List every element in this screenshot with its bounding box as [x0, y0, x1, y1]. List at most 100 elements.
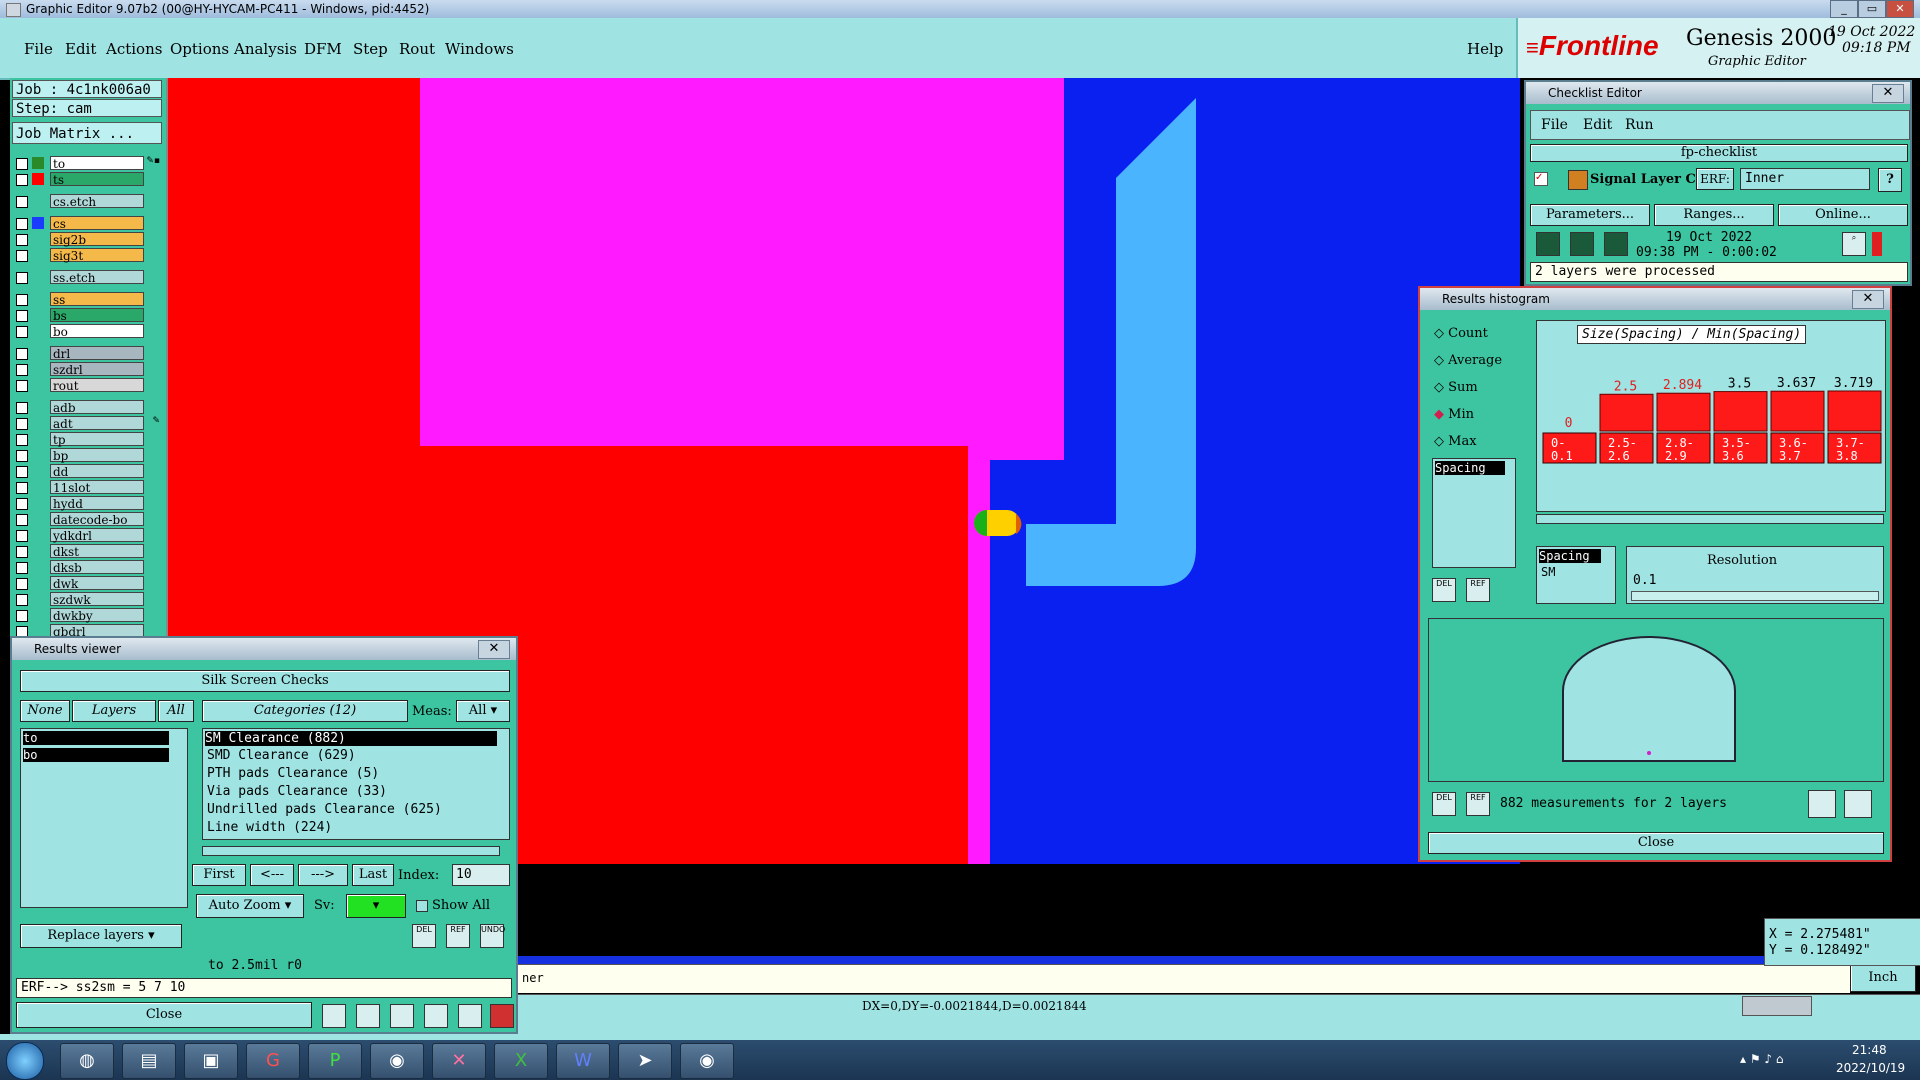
- preview-del-icon[interactable]: DEL: [1432, 792, 1456, 816]
- layer-name[interactable]: bo: [50, 324, 144, 339]
- tool-icon-1[interactable]: [322, 1004, 346, 1028]
- layer-name[interactable]: dwkby: [50, 608, 144, 623]
- layer-row-dwkby[interactable]: dwkby: [14, 608, 162, 623]
- layer-name[interactable]: cs.etch: [50, 194, 144, 209]
- menu-help[interactable]: Help: [1467, 40, 1503, 58]
- layer-row-adb[interactable]: adb: [14, 400, 162, 415]
- all-button[interactable]: All: [158, 700, 194, 722]
- layer-name[interactable]: 11slot: [50, 480, 144, 495]
- resolution-list[interactable]: Spacing SM: [1536, 546, 1616, 604]
- online-button[interactable]: Online...: [1778, 204, 1908, 226]
- tool-icon-3[interactable]: [390, 1004, 414, 1028]
- layer-results-list[interactable]: to bo: [20, 728, 188, 908]
- zoom-icon[interactable]: ⌕: [1842, 232, 1866, 256]
- first-button[interactable]: First: [192, 864, 246, 886]
- run-icon-3[interactable]: [1604, 232, 1628, 256]
- hist-del-icon[interactable]: DEL: [1432, 578, 1456, 602]
- layer-checkbox[interactable]: [16, 348, 28, 360]
- option-min[interactable]: ◆ Min: [1434, 407, 1474, 422]
- histogram-bar[interactable]: [1827, 390, 1882, 432]
- option-count[interactable]: ◇ Count: [1434, 326, 1488, 341]
- resolution-slider[interactable]: [1631, 591, 1879, 601]
- layer-checkbox[interactable]: [16, 218, 28, 230]
- layer-row-bs[interactable]: bs: [14, 308, 162, 323]
- menu-analysis[interactable]: Analysis: [234, 40, 297, 58]
- layer-row-11slot[interactable]: 11slot: [14, 480, 162, 495]
- layer-name[interactable]: to: [50, 156, 144, 171]
- erf-value[interactable]: Inner: [1740, 168, 1870, 190]
- index-input[interactable]: 10: [452, 864, 510, 886]
- layer-row-cs[interactable]: cs: [14, 216, 162, 231]
- del-icon[interactable]: DEL: [412, 924, 436, 948]
- taskbar-genesis-icon[interactable]: ◉: [680, 1043, 734, 1079]
- layer-name[interactable]: szdrl: [50, 362, 144, 377]
- layer-name[interactable]: hydd: [50, 496, 144, 511]
- histogram-bar[interactable]: [1656, 392, 1711, 432]
- menu-options[interactable]: Options: [170, 40, 229, 58]
- layer-row-dwk[interactable]: dwk: [14, 576, 162, 591]
- show-all-checkbox[interactable]: [416, 900, 428, 912]
- tool-icon-4[interactable]: [424, 1004, 448, 1028]
- histogram-bar[interactable]: [1770, 390, 1825, 432]
- category-item[interactable]: SMD Clearance (629): [207, 748, 356, 763]
- check-icon[interactable]: ✓: [1534, 172, 1548, 186]
- preview-ref-icon[interactable]: REF: [1466, 792, 1490, 816]
- layer-name[interactable]: ts: [50, 172, 144, 187]
- layer-row-ts[interactable]: ts: [14, 172, 162, 187]
- layer-row-bo[interactable]: bo: [14, 324, 162, 339]
- meas-dropdown[interactable]: All ▾: [456, 700, 510, 722]
- category-item[interactable]: Line width (224): [207, 820, 332, 835]
- layer-row-dd[interactable]: dd: [14, 464, 162, 479]
- results-viewer-close-icon[interactable]: ✕: [478, 640, 510, 659]
- layer-row-szdrl[interactable]: szdrl: [14, 362, 162, 377]
- results-close-button[interactable]: Close: [16, 1002, 312, 1028]
- measure-item[interactable]: Spacing: [1435, 461, 1505, 475]
- taskbar-shell-icon[interactable]: ◍: [60, 1043, 114, 1079]
- layer-row-ss[interactable]: ss: [14, 292, 162, 307]
- taskbar-app-g-icon[interactable]: G: [246, 1043, 300, 1079]
- menu-dfm[interactable]: DFM: [304, 40, 342, 58]
- layer-name[interactable]: ss: [50, 292, 144, 307]
- checklist-menu-edit[interactable]: Edit: [1583, 117, 1612, 133]
- menu-step[interactable]: Step: [353, 40, 388, 58]
- layer-checkbox[interactable]: [16, 450, 28, 462]
- layer-checkbox[interactable]: [16, 594, 28, 606]
- categories-button[interactable]: Categories (12): [202, 700, 408, 722]
- layer-checkbox[interactable]: [16, 196, 28, 208]
- layer-checkbox[interactable]: [16, 158, 28, 170]
- start-button[interactable]: [6, 1042, 44, 1080]
- resolution-item[interactable]: SM: [1541, 565, 1555, 579]
- layer-checkbox[interactable]: [16, 610, 28, 622]
- histogram-icon[interactable]: [490, 1004, 514, 1028]
- checklist-close-icon[interactable]: ✕: [1872, 84, 1904, 103]
- maximize-button[interactable]: ▭: [1858, 0, 1886, 18]
- sv-color-dropdown[interactable]: ▾: [346, 894, 406, 918]
- layer-checkbox[interactable]: [16, 310, 28, 322]
- menu-edit[interactable]: Edit: [65, 40, 96, 58]
- last-button[interactable]: Last: [352, 864, 394, 886]
- layer-row-bp[interactable]: bp: [14, 448, 162, 463]
- layer-row-sig2b[interactable]: sig2b: [14, 232, 162, 247]
- layer-row-dksb[interactable]: dksb: [14, 560, 162, 575]
- taskbar-eye-icon[interactable]: ◉: [370, 1043, 424, 1079]
- taskbar-word-icon[interactable]: W: [556, 1043, 610, 1079]
- layer-checkbox[interactable]: [16, 514, 28, 526]
- layer-checkbox[interactable]: [16, 234, 28, 246]
- layer-name[interactable]: cs: [50, 216, 144, 231]
- layer-checkbox[interactable]: [16, 402, 28, 414]
- layer-row-dkst[interactable]: dkst: [14, 544, 162, 559]
- layer-checkbox[interactable]: [16, 466, 28, 478]
- category-scrollbar[interactable]: [202, 846, 500, 856]
- minimize-button[interactable]: _: [1830, 0, 1858, 18]
- layer-name[interactable]: szdwk: [50, 592, 144, 607]
- layer-name[interactable]: dksb: [50, 560, 144, 575]
- layer-checkbox[interactable]: [16, 174, 28, 186]
- layer-checkbox[interactable]: [16, 364, 28, 376]
- taskbar-arrow-icon[interactable]: ➤: [618, 1043, 672, 1079]
- layers-button[interactable]: Layers: [72, 700, 156, 722]
- help-icon[interactable]: ?: [1878, 168, 1902, 192]
- menu-windows[interactable]: Windows: [445, 40, 514, 58]
- none-button[interactable]: None: [20, 700, 70, 722]
- layer-row-tp[interactable]: tp: [14, 432, 162, 447]
- layer-checkbox[interactable]: [16, 380, 28, 392]
